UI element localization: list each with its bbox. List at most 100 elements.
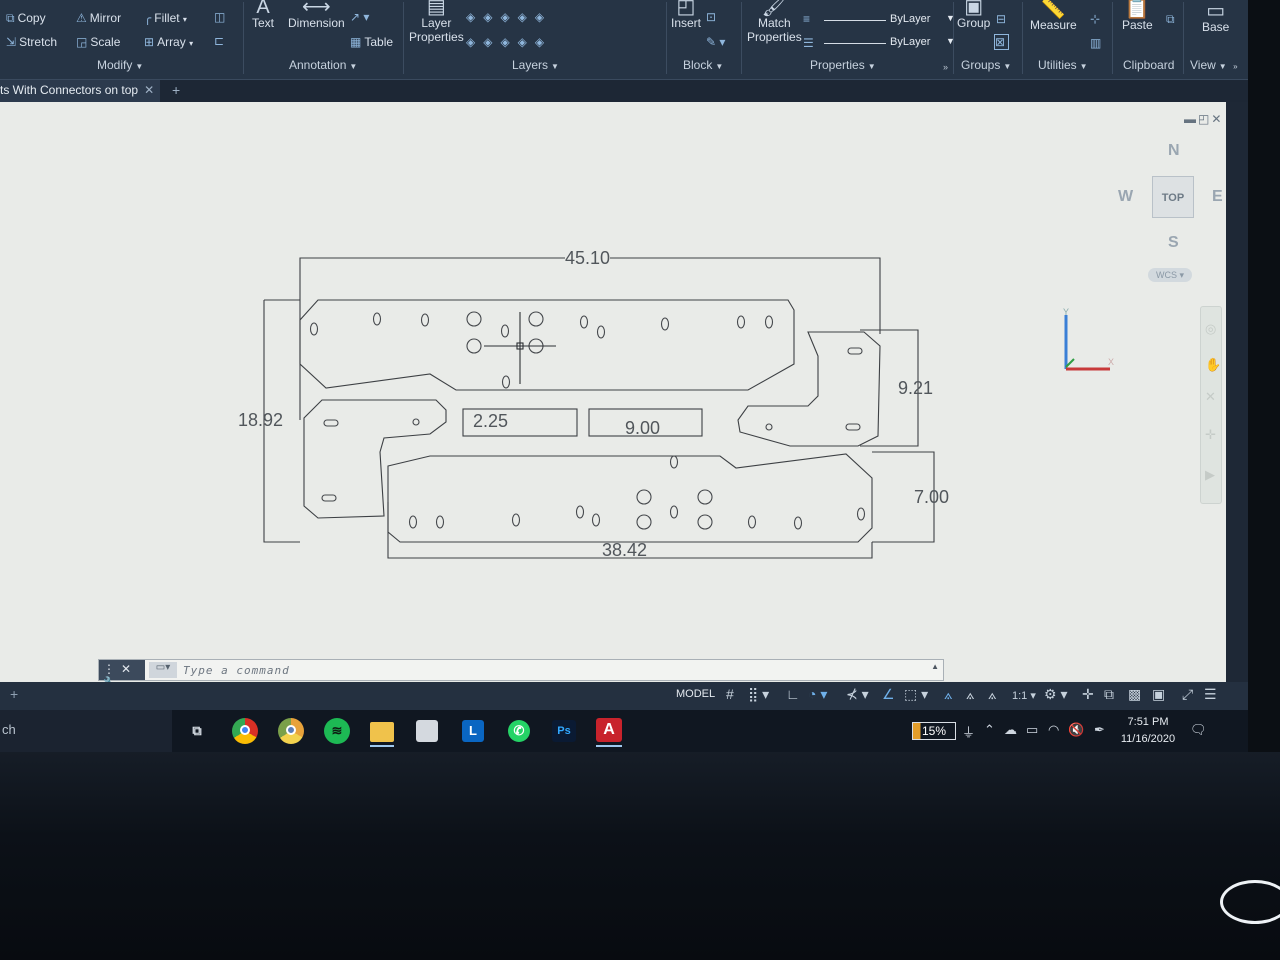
- auto-scale-icon[interactable]: ⟑: [966, 686, 975, 703]
- leader-button[interactable]: ↗ ▾: [350, 10, 372, 24]
- battery-indicator[interactable]: 15%: [912, 722, 956, 740]
- panel-layers[interactable]: Layers ▼: [512, 58, 559, 72]
- insert-button[interactable]: ◰ Insert: [671, 0, 701, 30]
- close-icon[interactable]: ✕: [144, 83, 154, 97]
- group-edit-button[interactable]: ⊟: [996, 12, 1009, 26]
- store-icon[interactable]: [416, 720, 438, 742]
- chrome-icon[interactable]: [232, 718, 258, 744]
- viewcube-west[interactable]: W: [1118, 188, 1133, 206]
- panel-utilities[interactable]: Utilities ▼: [1038, 58, 1088, 72]
- viewcube-north[interactable]: N: [1168, 142, 1180, 160]
- taskbar-clock[interactable]: 7:51 PM 11/16/2020: [1112, 714, 1184, 748]
- add-tab-button[interactable]: +: [172, 82, 180, 98]
- drawing-canvas[interactable]: 45.10 18.92 9.21 7.00 38.42 2.25 9.00 ▬◰…: [0, 102, 1226, 682]
- panel-clipboard[interactable]: Clipboard: [1123, 58, 1174, 72]
- offset-button[interactable]: ⊏: [214, 34, 227, 48]
- calculator-button[interactable]: ▥: [1090, 36, 1104, 50]
- panel-properties[interactable]: Properties ▼: [810, 58, 876, 72]
- pen-icon[interactable]: ✒: [1094, 722, 1105, 738]
- quick-select-button[interactable]: ⊹: [1090, 12, 1103, 26]
- viewcube-top-face[interactable]: TOP: [1152, 176, 1194, 218]
- panel-groups[interactable]: Groups ▼: [961, 58, 1011, 72]
- pan-icon[interactable]: ✋: [1205, 357, 1221, 373]
- close-icon[interactable]: ✕: [1211, 112, 1223, 126]
- scale-button[interactable]: ◲ Scale: [76, 35, 120, 49]
- file-explorer-icon[interactable]: [370, 722, 394, 747]
- snap-icon[interactable]: ⣿ ▾: [748, 686, 769, 703]
- copy-clip-button[interactable]: ⧉: [1166, 12, 1178, 26]
- base-button[interactable]: ▭ Base: [1202, 1, 1229, 34]
- restore-icon[interactable]: ◰: [1198, 112, 1211, 126]
- group-select-button[interactable]: ⊠: [994, 34, 1010, 50]
- text-button[interactable]: A Text: [252, 0, 274, 30]
- viewport-window-controls[interactable]: ▬◰✕: [1184, 112, 1223, 126]
- add-icon[interactable]: ✛: [1082, 686, 1094, 703]
- photoshop-icon[interactable]: Ps: [552, 720, 576, 742]
- properties-launcher[interactable]: »: [943, 60, 948, 74]
- command-prompt-icon[interactable]: ▭▾: [149, 662, 177, 678]
- stretch-button[interactable]: ⇲ Stretch: [6, 35, 57, 49]
- chrome-canary-icon[interactable]: [278, 718, 304, 744]
- minimize-icon[interactable]: ▬: [1184, 112, 1198, 126]
- modify-extra-button[interactable]: ◫: [214, 10, 228, 24]
- lineweight-icon-btn[interactable]: ☰: [803, 36, 817, 50]
- battery-charging-icon[interactable]: ⏚: [962, 722, 975, 741]
- panel-block[interactable]: Block ▼: [683, 58, 723, 72]
- group-button[interactable]: ▣ Group: [957, 0, 990, 30]
- viewcube-east[interactable]: E: [1212, 188, 1223, 206]
- hardware-acceleration-icon[interactable]: ▩: [1128, 686, 1141, 703]
- match-properties-button[interactable]: 🖌 Match Properties: [747, 0, 802, 44]
- lineweight-dropdown[interactable]: ByLayer ▼: [824, 36, 964, 52]
- viewcube-south[interactable]: S: [1168, 234, 1179, 252]
- copy-button[interactable]: ⧉ Copy: [6, 11, 46, 25]
- notifications-icon[interactable]: 🗨: [1190, 722, 1207, 738]
- orbit-icon[interactable]: ✛: [1205, 427, 1216, 443]
- mirror-button[interactable]: ⚠ Mirror: [76, 11, 121, 25]
- steering-wheel-icon[interactable]: ◎: [1205, 321, 1216, 337]
- battery-icon[interactable]: ▭: [1026, 722, 1038, 738]
- layout-add-icon[interactable]: +: [10, 686, 18, 702]
- array-button[interactable]: ⊞ Array ▾: [144, 35, 193, 51]
- panel-annotation[interactable]: Annotation ▼: [289, 58, 357, 72]
- fillet-button[interactable]: ╭ Fillet ▾: [144, 11, 187, 27]
- dimension-button[interactable]: ⟷ Dimension: [288, 0, 345, 30]
- spotify-icon[interactable]: ≋: [324, 718, 350, 744]
- create-block-button[interactable]: ⊡: [706, 10, 719, 24]
- wcs-menu[interactable]: WCS ▾: [1148, 268, 1192, 282]
- layer-tools-row1[interactable]: ◈◈◈◈◈: [466, 10, 555, 24]
- object-snap-icon[interactable]: ⬚ ▾: [904, 686, 928, 703]
- panel-modify[interactable]: Modify ▼: [97, 58, 143, 72]
- scale-dropdown[interactable]: 1:1 ▾: [1012, 689, 1036, 702]
- model-space-button[interactable]: MODEL: [676, 688, 715, 700]
- layer-tools-row2[interactable]: ◈◈◈◈◈: [466, 35, 555, 49]
- chevron-up-icon[interactable]: ⌃: [984, 722, 995, 738]
- linetype-icon-btn[interactable]: ≡: [803, 12, 813, 26]
- command-input[interactable]: [183, 662, 923, 678]
- polar-icon[interactable]: ◔ ▾: [808, 686, 827, 703]
- edit-block-button[interactable]: ✎ ▾: [706, 35, 728, 49]
- chevron-up-icon[interactable]: ▲: [931, 662, 939, 671]
- layer-properties-button[interactable]: ▤ Layer Properties: [409, 0, 464, 44]
- annotation-visibility-icon[interactable]: ⟑: [944, 686, 953, 703]
- panel-view[interactable]: View ▼ »: [1190, 58, 1238, 72]
- autocad-icon[interactable]: A: [596, 718, 622, 747]
- taskbar-search[interactable]: ch: [0, 710, 172, 752]
- viewcube[interactable]: N W E S TOP WCS ▾: [1110, 142, 1226, 292]
- task-view-icon[interactable]: ⧉: [184, 718, 210, 744]
- measure-button[interactable]: 📏 Measure: [1030, 0, 1077, 32]
- fullscreen-icon[interactable]: ⤢: [1182, 686, 1193, 703]
- gear-icon[interactable]: ⚙ ▾: [1044, 686, 1067, 703]
- zoom-extents-icon[interactable]: ✕: [1205, 389, 1216, 405]
- linkedin-learning-icon[interactable]: L: [462, 720, 484, 742]
- paste-button[interactable]: 📋 Paste: [1122, 0, 1153, 32]
- menu-icon[interactable]: ☰: [1204, 686, 1217, 703]
- grid-icon[interactable]: #: [726, 686, 734, 702]
- command-line-grip[interactable]: ⋮✕🔧: [99, 660, 145, 682]
- object-snap-tracking-icon[interactable]: ∠: [882, 686, 895, 703]
- clean-screen-icon[interactable]: ▣: [1152, 686, 1165, 703]
- annotation-scale-icon[interactable]: ⟑: [988, 686, 997, 703]
- navigation-bar[interactable]: ◎ ✋ ✕ ✛ ▶: [1200, 306, 1222, 504]
- volume-muted-icon[interactable]: 🔇: [1068, 722, 1084, 738]
- table-button[interactable]: ▦ Table: [350, 35, 393, 49]
- drawing-area[interactable]: [0, 102, 1226, 682]
